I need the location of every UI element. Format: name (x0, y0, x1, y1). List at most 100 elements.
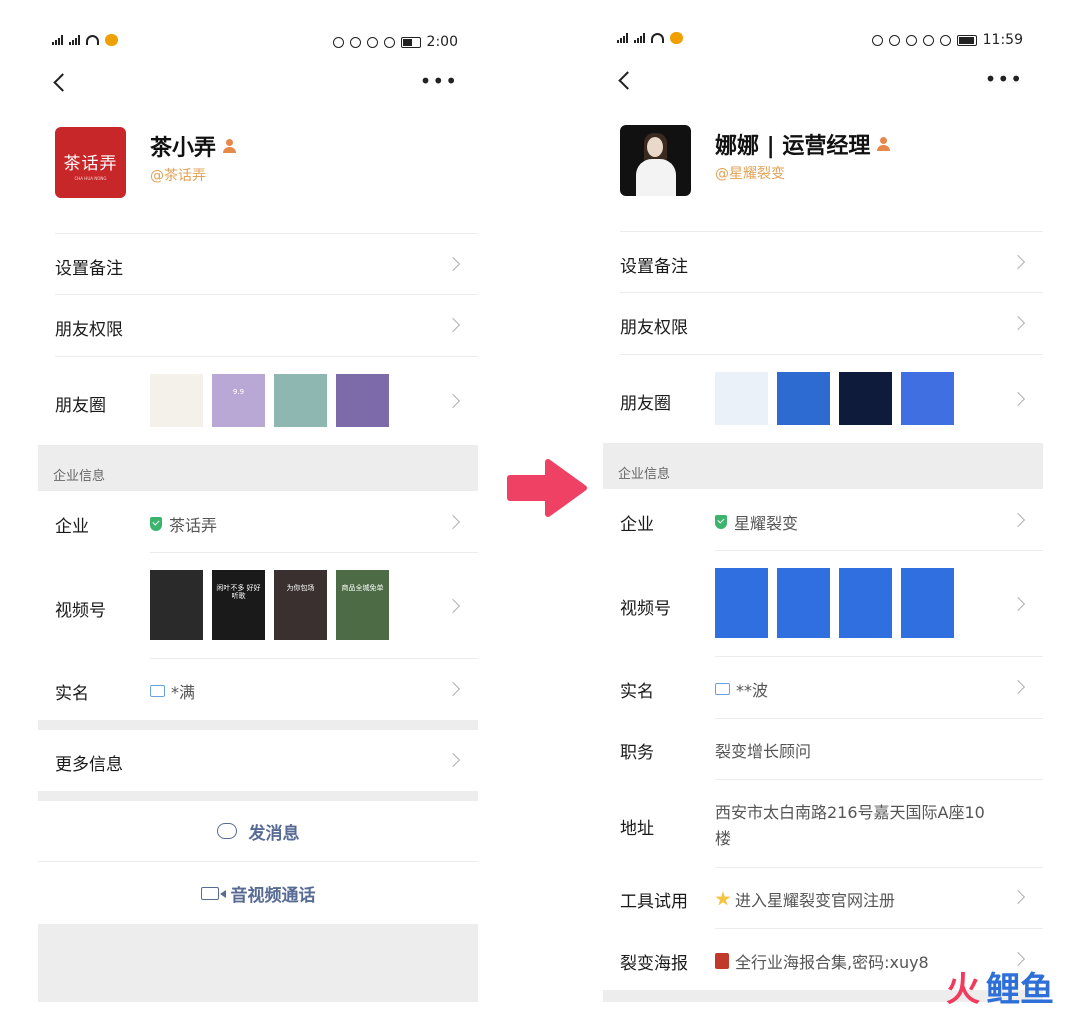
signal-indicators (52, 34, 118, 46)
poster-value: 全行业海报合集,密码:xuy8 (715, 949, 929, 973)
video-call-button[interactable]: 音视频通话 (38, 862, 478, 924)
chevron-right-icon (445, 752, 461, 768)
mute-icon (383, 36, 395, 48)
trial-label: 工具试用 (620, 892, 688, 912)
section-title: 企业信息 (53, 469, 106, 484)
sparkle-icon (715, 891, 731, 906)
avatar[interactable]: 茶话弄 CHA HUA NONG (55, 127, 126, 198)
arrow-right-icon (507, 459, 587, 517)
channel-thumbnail-caption: 商品全城免单 (341, 584, 384, 592)
permission-row[interactable]: 朋友权限 (38, 295, 478, 356)
book-icon (715, 953, 729, 969)
realname-value: *满 (150, 679, 195, 703)
company-row[interactable]: 企业 星耀裂变 (603, 489, 1043, 550)
moments-label: 朋友圈 (55, 396, 106, 416)
watermark-text-1: 火 (946, 970, 980, 1010)
channel-thumbnail-caption: 闲叶不多 好好听歌 (216, 584, 261, 600)
channel-thumbnail (839, 568, 892, 638)
permission-label: 朋友权限 (55, 320, 123, 340)
work-user-icon (876, 137, 891, 151)
status-time: 11:59 (982, 32, 1023, 48)
mute-icon (939, 34, 951, 46)
more-info-label: 更多信息 (55, 755, 123, 775)
signal-icon (617, 33, 628, 43)
channels-row[interactable]: 视频号 (603, 551, 1043, 656)
contact-name-text: 娜娜 | 运营经理 (715, 134, 871, 159)
address-line-2: 楼 (715, 829, 732, 848)
moments-row[interactable]: 朋友圈 9.9 (38, 357, 478, 445)
realname-value: **波 (715, 677, 768, 701)
chevron-right-icon (1010, 315, 1026, 331)
moment-thumbnail (901, 372, 954, 425)
position-row: 职务 裂变增长顾问 (603, 719, 1043, 779)
watermark-text-2: 鲤鱼 (986, 970, 1054, 1010)
more-icon[interactable]: ••• (420, 70, 458, 92)
address-value: 西安市太白南路216号嘉天国际A座10 楼 (715, 800, 985, 852)
verified-shield-icon (715, 515, 727, 529)
moments-thumbnails: 9.9 (150, 374, 389, 427)
poster-label: 裂变海报 (620, 954, 688, 974)
back-icon[interactable] (52, 70, 68, 96)
moments-thumbnails (715, 372, 954, 425)
company-label: 企业 (620, 515, 654, 535)
remark-label: 设置备注 (55, 259, 123, 279)
send-message-button[interactable]: 发消息 (38, 801, 478, 861)
avatar[interactable] (620, 125, 691, 196)
trial-row[interactable]: 工具试用 进入星耀裂变官网注册 (603, 868, 1043, 928)
chevron-right-icon (445, 393, 461, 409)
section-title: 企业信息 (618, 467, 671, 482)
channels-label: 视频号 (620, 599, 671, 619)
permission-row[interactable]: 朋友权限 (603, 293, 1043, 354)
more-info-row[interactable]: 更多信息 (38, 730, 478, 791)
company-value: 星耀裂变 (715, 510, 798, 534)
moment-thumbnail (777, 372, 830, 425)
moment-thumbnail (150, 374, 203, 427)
id-card-icon (715, 683, 730, 695)
signal-icon (634, 33, 645, 43)
remark-row[interactable]: 设置备注 (38, 234, 478, 294)
realname-row[interactable]: 实名 **波 (603, 657, 1043, 718)
weibo-icon (670, 32, 683, 44)
trial-text: 进入星耀裂变官网注册 (735, 891, 896, 910)
id-card-icon (150, 685, 165, 697)
alarm-icon (905, 34, 917, 46)
battery-icon (956, 34, 977, 46)
position-label: 职务 (620, 743, 654, 763)
corp-tag: @星耀裂变 (715, 166, 785, 182)
company-name: 星耀裂变 (734, 514, 799, 533)
company-value: 茶话弄 (150, 512, 217, 536)
bottom-area (38, 924, 478, 1002)
remark-label: 设置备注 (620, 257, 688, 277)
remark-row[interactable]: 设置备注 (603, 232, 1043, 292)
moment-thumbnail (839, 372, 892, 425)
realname-label: 实名 (55, 684, 89, 704)
bluetooth-icon (922, 34, 934, 46)
verified-shield-icon (150, 517, 162, 531)
moment-thumbnail (336, 374, 389, 427)
company-row[interactable]: 企业 茶话弄 (38, 491, 478, 552)
chevron-right-icon (1010, 596, 1026, 612)
realname-row[interactable]: 实名 *满 (38, 659, 478, 720)
channel-thumbnail (901, 568, 954, 638)
channel-thumbnails: 闲叶不多 好好听歌 为你包场 商品全城免单 (150, 570, 389, 640)
avatar-logo-subtext: CHA HUA NONG (74, 176, 107, 181)
status-bar: 2:00 (52, 30, 458, 54)
moments-label: 朋友圈 (620, 394, 671, 414)
contact-name-text: 茶小弄 (150, 136, 217, 161)
channel-thumbnail: 为你包场 (274, 570, 327, 640)
spacer (38, 720, 478, 730)
moment-thumbnail-caption: 9.9 (232, 388, 245, 396)
contact-name: 茶小弄 (150, 130, 237, 162)
video-call-label: 音视频通话 (230, 885, 316, 906)
moments-row[interactable]: 朋友圈 (603, 355, 1043, 443)
back-icon[interactable] (617, 68, 633, 94)
realname-text: *满 (171, 683, 196, 702)
moment-thumbnail (274, 374, 327, 427)
wifi-icon (86, 35, 99, 45)
send-message-label: 发消息 (248, 823, 300, 844)
chevron-right-icon (445, 256, 461, 272)
channels-row[interactable]: 视频号 闲叶不多 好好听歌 为你包场 商品全城免单 (38, 553, 478, 658)
position-value: 裂变增长顾问 (715, 742, 812, 761)
realname-label: 实名 (620, 682, 654, 702)
more-icon[interactable]: ••• (985, 68, 1023, 90)
